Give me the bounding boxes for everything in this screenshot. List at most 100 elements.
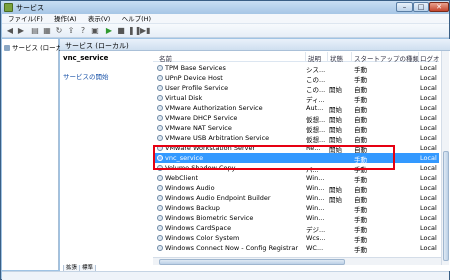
forward-icon[interactable]: ▶ — [16, 26, 26, 36]
stop-service-icon[interactable]: ■ — [116, 26, 126, 36]
column-divider[interactable] — [327, 52, 328, 61]
column-logon[interactable]: ログオン — [420, 53, 439, 63]
console-tree: サービス (ローカル) — [2, 39, 71, 270]
service-gear-icon — [157, 195, 163, 201]
service-startup-type: 手動 — [354, 246, 367, 254]
maximize-button[interactable]: □ — [413, 2, 429, 12]
properties-icon[interactable]: ▦ — [42, 26, 52, 36]
service-description: Win... — [306, 204, 325, 212]
service-gear-icon — [157, 125, 163, 131]
service-gear-icon — [157, 245, 163, 251]
vertical-scroll-thumb[interactable] — [443, 151, 449, 261]
column-header-row: 名前 説明 状態 スタートアップの種類 ログオン — [153, 51, 439, 63]
column-divider[interactable] — [305, 52, 306, 61]
table-row[interactable]: Virtual Disk ディ... 手動 Local — [153, 93, 439, 104]
column-divider[interactable] — [351, 52, 352, 61]
service-name: Windows Audio — [165, 184, 215, 192]
start-service-icon[interactable]: ▶ — [104, 26, 114, 36]
table-row[interactable]: Windows Biometric Service Win... 手動 Local — [153, 213, 439, 224]
column-divider[interactable] — [418, 52, 419, 61]
toolbar: ◀ ▶ ▤ ▦ ↻ ⇪ ? ▣ ▶ ■ ❚❚ ▶▮ — [2, 24, 449, 38]
table-row[interactable]: Windows Backup Win... 手動 Local — [153, 203, 439, 214]
service-logon: Local — [420, 94, 437, 102]
service-gear-icon — [157, 115, 163, 121]
service-logon: Local — [420, 114, 437, 122]
selected-service-name: vnc_service — [63, 54, 109, 62]
column-status[interactable]: 状態 — [330, 53, 343, 63]
services-app-icon — [4, 3, 13, 12]
back-icon[interactable]: ◀ — [5, 26, 15, 36]
service-description: Win... — [306, 184, 325, 192]
service-logon: Local — [420, 224, 437, 232]
table-row[interactable]: VMware DHCP Service 仮想... 開始 自動 Local — [153, 113, 439, 124]
window-title: サービス — [16, 4, 44, 12]
table-row[interactable]: Windows Audio Endpoint Builder Win... 開始 自動… — [153, 193, 439, 204]
table-row[interactable]: Windows CardSpace デジ... 手動 Local — [153, 223, 439, 234]
service-logon: Local — [420, 164, 437, 172]
column-description[interactable]: 説明 — [308, 53, 321, 63]
restart-service-icon[interactable]: ▶▮ — [140, 26, 151, 36]
menu-bar: ファイル(F) 操作(A) 表示(V) ヘルプ(H) — [2, 14, 449, 24]
service-name: VMware DHCP Service — [165, 114, 238, 122]
column-startup-type[interactable]: スタートアップの種類 — [354, 53, 419, 63]
service-name: VMware USB Arbitration Service — [165, 134, 270, 142]
service-name: Windows CardSpace — [165, 224, 232, 232]
table-row[interactable]: TPM Base Services シス... 手動 Local — [153, 63, 439, 74]
highlight-box — [153, 145, 395, 170]
service-logon: Local — [420, 74, 437, 82]
service-name: TPM Base Services — [165, 64, 226, 72]
table-row[interactable]: VMware NAT Service 仮想... 開始 自動 Local — [153, 123, 439, 134]
pane-title: サービス (ローカル) — [65, 42, 129, 50]
service-gear-icon — [157, 75, 163, 81]
horizontal-scrollbar[interactable] — [153, 257, 441, 265]
export-icon[interactable]: ⇪ — [66, 26, 76, 36]
table-row[interactable]: Windows Audio Win... 開始 自動 Local — [153, 183, 439, 194]
service-name: VMware NAT Service — [165, 124, 232, 132]
table-row[interactable]: User Profile Service この... 開始 自動 Local — [153, 83, 439, 94]
menu-help[interactable]: ヘルプ(H) — [119, 14, 154, 24]
console-tree-icon[interactable]: ▤ — [30, 26, 40, 36]
help-icon[interactable]: ? — [78, 26, 88, 36]
service-name: WebClient — [165, 174, 198, 182]
refresh-icon[interactable]: ↻ — [54, 26, 64, 36]
menu-file[interactable]: ファイル(F) — [5, 14, 46, 24]
table-row[interactable]: UPnP Device Host この... 手動 Local — [153, 73, 439, 84]
table-row[interactable]: Windows Color System Wcs... 手動 Local — [153, 233, 439, 244]
service-name: Virtual Disk — [165, 94, 203, 102]
service-description: Wcs... — [306, 234, 326, 242]
services-icon — [4, 45, 10, 51]
show-hide-icon[interactable]: ▣ — [90, 26, 100, 36]
menu-view[interactable]: 表示(V) — [85, 14, 114, 24]
service-logon: Local — [420, 124, 437, 132]
service-logon: Local — [420, 134, 437, 142]
service-gear-icon — [157, 175, 163, 181]
service-logon: Local — [420, 234, 437, 242]
service-name: VMware Authorization Service — [165, 104, 263, 112]
service-logon: Local — [420, 144, 437, 152]
service-gear-icon — [157, 205, 163, 211]
title-bar[interactable]: サービス – □ ✕ — [1, 1, 449, 14]
service-gear-icon — [157, 105, 163, 111]
pause-service-icon[interactable]: ❚❚ — [128, 26, 141, 36]
table-row[interactable]: VMware Authorization Service Aut... 開始 自動 Lo… — [153, 103, 439, 114]
table-row[interactable]: Windows Connect Now - Config Registrar WC… — [153, 243, 439, 254]
service-name: Windows Connect Now - Config Registrar — [165, 244, 298, 252]
column-name[interactable]: 名前 — [159, 53, 172, 63]
service-name: User Profile Service — [165, 84, 229, 92]
status-bar — [2, 271, 449, 280]
start-service-link[interactable]: サービスの開始 — [63, 71, 109, 81]
close-button[interactable]: ✕ — [429, 2, 449, 12]
table-row[interactable]: WebClient Win... 手動 Local — [153, 173, 439, 184]
menu-action[interactable]: 操作(A) — [51, 14, 80, 24]
minimize-button[interactable]: – — [396, 2, 413, 12]
service-description: Win... — [306, 214, 325, 222]
service-name: UPnP Device Host — [165, 74, 223, 82]
vertical-scrollbar[interactable] — [441, 51, 449, 270]
service-logon: Local — [420, 84, 437, 92]
table-row[interactable]: VMware USB Arbitration Service 仮想... 開始 自動 L… — [153, 133, 439, 144]
service-logon: Local — [420, 204, 437, 212]
service-name: Windows Backup — [165, 204, 220, 212]
services-window: サービス – □ ✕ ファイル(F) 操作(A) 表示(V) ヘルプ(H) ◀ … — [0, 0, 450, 280]
detail-panel: vnc_service サービスの開始 — [60, 51, 152, 270]
service-name: Windows Audio Endpoint Builder — [165, 194, 271, 202]
